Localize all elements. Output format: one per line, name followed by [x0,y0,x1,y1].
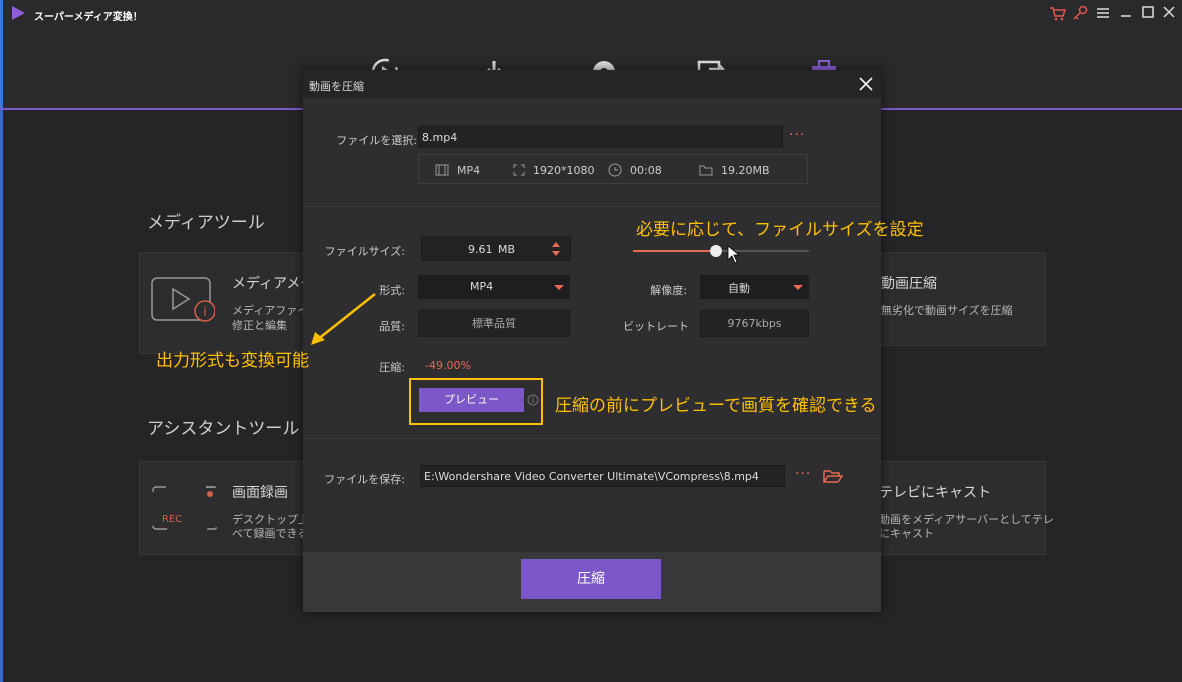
compression-value: -49.00% [425,359,471,372]
resolution-value: 自動 [728,282,750,295]
dialog-header: 動画を圧縮 [303,70,881,98]
close-icon[interactable] [855,73,877,95]
filesize-slider-fill [633,250,716,252]
filesize-spinner[interactable]: 9.61 MB [421,236,571,261]
format-caret-icon [554,285,564,290]
clock-icon [608,163,622,177]
folder-icon [699,165,713,176]
save-more-button[interactable]: ··· [795,466,811,482]
info-format-value: MP4 [457,163,481,177]
filesize-slider-thumb[interactable] [709,245,722,257]
open-folder-icon[interactable] [823,468,843,484]
info-format: MP4 [435,155,480,185]
info-resolution-value: 1920*1080 [533,163,595,177]
preview-button[interactable]: プレビュー [419,388,524,412]
menu-icon[interactable] [1094,4,1112,22]
info-icon[interactable] [527,394,539,406]
compress-button[interactable]: 圧縮 [521,559,661,599]
format-annotation-arrow-icon [311,293,376,345]
minimize-icon[interactable] [1117,4,1135,22]
maximize-icon[interactable] [1139,4,1157,22]
key-icon[interactable] [1071,4,1089,22]
save-label: ファイルを保存: [324,473,405,486]
window-close-icon[interactable] [1160,4,1178,22]
app-title: スーパーメディア変換！ [34,12,143,23]
info-size-value: 19.20MB [721,163,770,177]
select-file-label: ファイルを選択: [336,134,417,147]
compress-dialog: 動画を圧縮 ファイルを選択: 8.mp4 ··· MP4 1920*1080 0… [303,70,881,612]
filesize-slider[interactable] [633,245,809,257]
bitrate-field: 9767kbps [700,310,809,337]
dialog-title: 動画を圧縮 [309,80,364,93]
resolution-icon [513,164,525,176]
compression-label: 圧縮: [379,361,405,374]
select-file-more-button[interactable]: ··· [789,127,805,143]
mouse-cursor-icon [727,245,741,264]
separator [303,438,881,439]
cart-icon[interactable] [1048,4,1066,22]
format-value: MP4 [470,280,494,293]
filesize-value: 9.61 [468,243,493,256]
format-annotation: 出力形式も変換可能 [156,351,309,371]
file-name-field[interactable]: 8.mp4 [418,126,783,148]
filesize-annotation: 必要に応じて、ファイルサイズを設定 [636,220,924,240]
info-size: 19.20MB [699,155,770,185]
preview-annotation: 圧縮の前にプレビューで画質を確認できる [555,396,877,416]
format-dropdown[interactable]: MP4 [418,275,570,299]
info-resolution: 1920*1080 [513,155,595,185]
filesize-label: ファイルサイズ: [324,245,405,258]
save-path-field[interactable]: E:\Wondershare Video Converter Ultimate\… [420,465,785,487]
info-duration: 00:08 [608,155,662,185]
resolution-dropdown[interactable]: 自動 [700,275,809,299]
info-duration-value: 00:08 [630,163,662,177]
app-logo-icon [12,6,25,20]
title-bar: スーパーメディア変換！ [0,0,1182,26]
resolution-caret-icon [793,285,803,290]
file-info-bar: MP4 1920*1080 00:08 19.20MB [418,154,808,184]
quality-field: 標準品質 [418,310,570,337]
spinner-arrows-icon[interactable] [551,241,561,257]
resolution-label: 解像度: [650,284,687,297]
film-icon [435,164,449,176]
bitrate-label: ビットレート [623,320,689,333]
filesize-unit: MB [498,243,516,256]
separator [303,206,881,207]
